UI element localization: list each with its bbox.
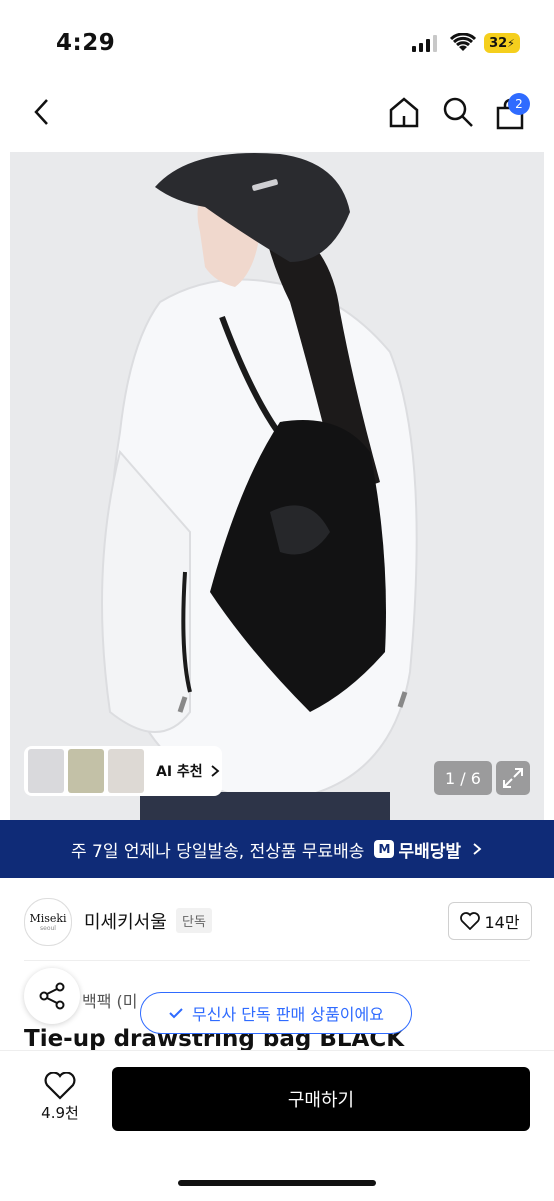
product-photo — [10, 152, 544, 820]
chevron-left-icon — [34, 99, 48, 125]
heart-icon — [460, 912, 481, 930]
ai-recommendation-strip[interactable]: AI 추천 — [24, 746, 222, 796]
shipping-banner[interactable]: 주 7일 언제나 당일발송, 전상품 무료배송 M 무배당발 — [0, 820, 554, 878]
thumbnail-image[interactable] — [108, 749, 144, 793]
musinsa-delivery-icon: M — [374, 840, 395, 858]
chevron-right-icon — [473, 843, 482, 855]
brand-logo-text: Miseki — [29, 912, 67, 925]
home-icon — [389, 97, 419, 128]
share-icon — [39, 982, 65, 1010]
ai-recommend-label: AI 추천 — [156, 764, 203, 780]
brand-like-button[interactable]: 14만 — [448, 902, 532, 940]
home-indicator — [178, 1180, 376, 1186]
banner-brand-text: 무배당발 — [398, 841, 462, 862]
brand-name[interactable]: 미세키서울 — [84, 908, 167, 934]
wifi-icon — [449, 32, 477, 57]
cart-count-badge: 2 — [508, 93, 530, 115]
signal-icon — [412, 34, 440, 56]
search-button[interactable] — [440, 94, 476, 130]
thumbnail-image[interactable] — [68, 749, 104, 793]
exclusive-tag: 단독 — [176, 908, 212, 933]
product-category[interactable]: 백팩 (미 — [82, 988, 138, 1012]
shipping-banner-text: 주 7일 언제나 당일발송, 전상품 무료배송 — [70, 841, 365, 862]
back-button[interactable] — [26, 96, 58, 128]
check-icon — [169, 1008, 183, 1019]
wishlist-button[interactable] — [44, 1071, 76, 1104]
divider — [24, 960, 530, 961]
share-button[interactable] — [24, 968, 80, 1024]
search-icon — [443, 97, 473, 127]
brand-like-count: 14만 — [484, 913, 520, 932]
home-button[interactable] — [386, 94, 422, 130]
exclusive-sale-text: 무신사 단독 판매 상품이에요 — [192, 1005, 384, 1024]
brand-logo[interactable]: Miseki seoul — [24, 898, 72, 946]
heart-icon — [44, 1071, 76, 1100]
expand-image-button[interactable] — [496, 761, 530, 795]
thumbnail-image[interactable] — [28, 749, 64, 793]
chevron-right-icon — [211, 765, 220, 777]
exclusive-sale-pill: 무신사 단독 판매 상품이에요 — [140, 992, 412, 1034]
wishlist-count: 4.9천 — [41, 1104, 79, 1122]
expand-icon — [503, 768, 523, 788]
battery-indicator: 32 ⚡ — [484, 33, 520, 53]
product-image[interactable] — [10, 152, 544, 820]
image-counter: 1 / 6 — [434, 761, 492, 795]
brand-logo-subtext: seoul — [40, 925, 56, 932]
buy-button[interactable]: 구매하기 — [112, 1067, 530, 1131]
status-time: 4:29 — [56, 30, 116, 56]
